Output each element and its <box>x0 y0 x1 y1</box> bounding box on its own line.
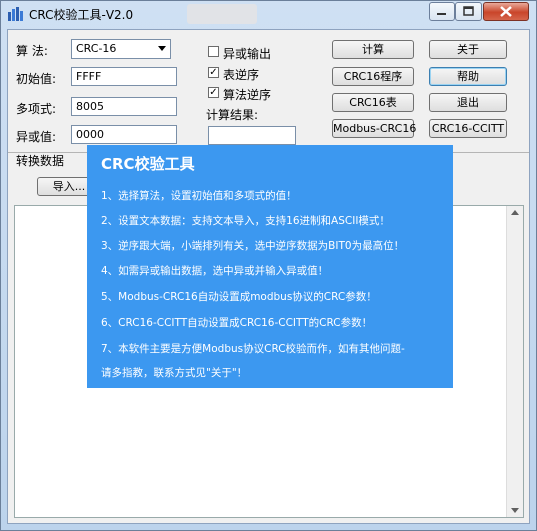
xor-value-input[interactable]: 0000 <box>71 125 177 144</box>
xor-output-label: 异或输出 <box>223 47 272 61</box>
algo-select[interactable]: CRC-16 <box>71 39 171 59</box>
reverse-table-label: 表逆序 <box>223 68 260 82</box>
popup-line: 6、CRC16-CCITT自动设置成CRC16-CCITT的CRC参数！ <box>101 317 373 329</box>
checkmark-icon[interactable]: ✓ <box>208 67 219 78</box>
title-bar[interactable]: CRC校验工具-V2.0 <box>1 1 536 27</box>
algo-label: 算 法: <box>16 44 48 58</box>
about-button[interactable]: 关于 <box>429 40 507 59</box>
popup-line: 5、Modbus-CRC16自动设置成modbus协议的CRC参数！ <box>101 291 377 303</box>
crc16-program-button[interactable]: CRC16程序 <box>332 67 414 86</box>
crc16-ccitt-button[interactable]: CRC16-CCITT <box>429 119 507 138</box>
result-label: 计算结果: <box>206 108 259 122</box>
maximize-button[interactable] <box>455 2 482 21</box>
checkmark-icon[interactable]: ✓ <box>208 87 219 98</box>
convert-data-label: 转换数据 <box>16 154 65 168</box>
popup-line: 3、逆序跟大端，小端排列有关，选中逆序数据为BIT0为最高位！ <box>101 240 405 252</box>
init-label: 初始值: <box>16 72 57 86</box>
exit-button[interactable]: 退出 <box>429 93 507 112</box>
poly-label: 多项式: <box>16 102 57 116</box>
minimize-button[interactable] <box>429 2 455 21</box>
crc16-table-button[interactable]: CRC16表 <box>332 93 414 112</box>
reverse-algo-label: 算法逆序 <box>223 88 272 102</box>
popup-line: 请多指教，联系方式见"关于"！ <box>101 367 248 379</box>
vertical-scrollbar[interactable] <box>506 206 523 517</box>
algo-select-value: CRC-16 <box>76 42 117 55</box>
chevron-down-icon <box>158 46 166 51</box>
popup-title: CRC校验工具 <box>101 155 195 173</box>
popup-line: 2、设置文本数据：支持文本导入，支持16进制和ASCII模式！ <box>101 215 390 227</box>
help-button[interactable]: 帮助 <box>429 67 507 86</box>
scroll-up-icon[interactable] <box>511 210 519 215</box>
maximize-icon <box>463 6 474 16</box>
popup-line: 1、选择算法，设置初始值和多项式的值！ <box>101 190 297 202</box>
app-window: CRC校验工具-V2.0 算 法: CRC-16 初始值: FFFF 多项式: … <box>0 0 537 531</box>
popup-line: 7、本软件主要是方便Modbus协议CRC校验而作，如有其他问题- <box>101 343 405 355</box>
poly-value-input[interactable]: 8005 <box>71 97 177 116</box>
close-icon <box>500 6 512 17</box>
minimize-icon <box>437 13 446 15</box>
xor-output-check-box[interactable] <box>208 46 219 57</box>
help-popup: CRC校验工具 1、选择算法，设置初始值和多项式的值！ 2、设置文本数据：支持文… <box>87 145 453 388</box>
background-tab <box>187 4 257 24</box>
scroll-down-icon[interactable] <box>511 508 519 513</box>
xor-label: 异或值: <box>16 130 57 144</box>
modbus-crc16-button[interactable]: Modbus-CRC16 <box>332 119 416 138</box>
close-button[interactable] <box>483 2 529 21</box>
calculate-button[interactable]: 计算 <box>332 40 414 59</box>
app-icon <box>8 7 23 21</box>
window-title: CRC校验工具-V2.0 <box>29 8 134 22</box>
result-output[interactable] <box>208 126 296 145</box>
popup-line: 4、如需异或输出数据，选中异或并输入异或值！ <box>101 265 329 277</box>
init-value-input[interactable]: FFFF <box>71 67 177 86</box>
